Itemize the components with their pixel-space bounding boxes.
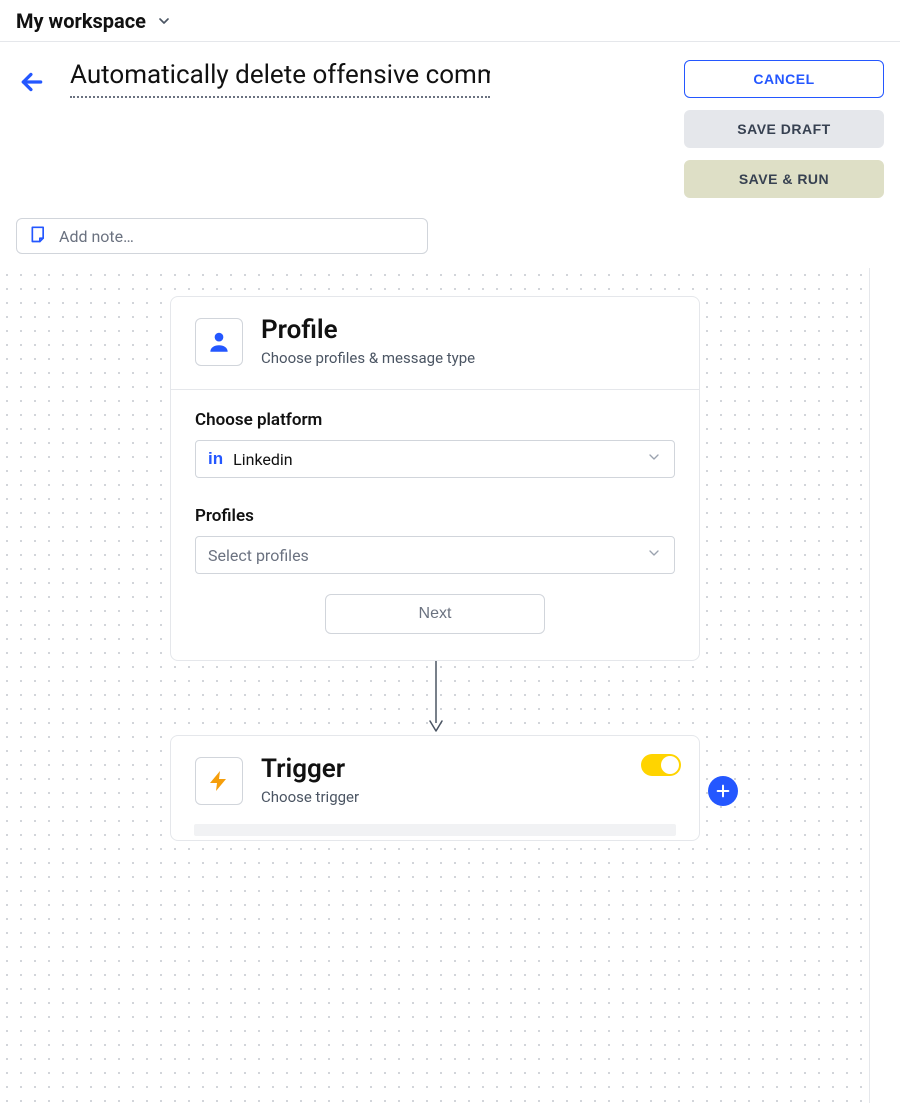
trigger-card: Trigger Choose trigger: [170, 735, 700, 841]
workflow-canvas[interactable]: Profile Choose profiles & message type C…: [0, 268, 870, 1103]
save-draft-button[interactable]: Save Draft: [684, 110, 884, 148]
editor-header: Automatically delete offensive comments …: [0, 42, 900, 208]
profile-title: Profile: [261, 317, 475, 343]
trigger-collapsed-body: [194, 824, 676, 836]
save-and-run-button[interactable]: Save & Run: [684, 160, 884, 198]
workspace-bar: My workspace: [0, 0, 900, 42]
profiles-select[interactable]: Select profiles: [195, 536, 675, 574]
profile-icon: [195, 318, 243, 366]
chevron-down-icon: [646, 545, 662, 565]
workspace-name[interactable]: My workspace: [16, 9, 146, 33]
note-placeholder: Add note…: [59, 227, 134, 246]
next-button[interactable]: Next: [325, 594, 545, 634]
add-step-button[interactable]: [708, 776, 738, 806]
add-note-input[interactable]: Add note…: [16, 218, 428, 254]
profiles-label: Profiles: [195, 506, 675, 526]
trigger-title: Trigger: [261, 756, 359, 782]
connector-arrow: [435, 661, 436, 735]
profile-subtitle: Choose profiles & message type: [261, 349, 475, 367]
linkedin-icon: in: [208, 449, 223, 469]
chevron-down-icon[interactable]: [156, 13, 172, 29]
trigger-toggle[interactable]: [641, 754, 681, 776]
profile-card: Profile Choose profiles & message type C…: [170, 296, 700, 661]
trigger-subtitle: Choose trigger: [261, 788, 359, 806]
chevron-down-icon: [646, 449, 662, 469]
platform-selected-value: Linkedin: [233, 450, 293, 469]
cancel-button[interactable]: Cancel: [684, 60, 884, 98]
trigger-icon: [195, 757, 243, 805]
workflow-title-input[interactable]: Automatically delete offensive comments: [70, 60, 490, 90]
platform-select[interactable]: in Linkedin: [195, 440, 675, 478]
note-icon: [29, 224, 49, 248]
back-button[interactable]: [16, 66, 48, 98]
profiles-placeholder: Select profiles: [208, 546, 309, 565]
platform-label: Choose platform: [195, 410, 675, 430]
